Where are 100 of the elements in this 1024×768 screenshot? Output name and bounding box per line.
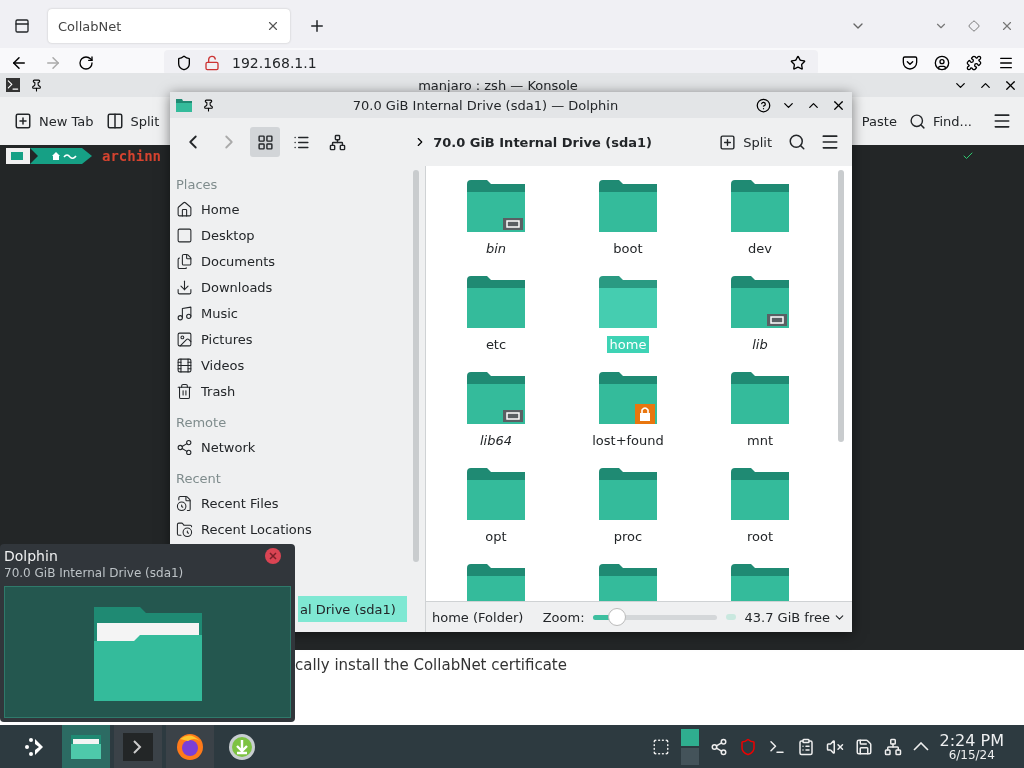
picture-icon [176,330,193,348]
folder-icon [599,564,657,601]
tray-icon [651,737,670,756]
folder-icon [467,180,525,232]
scrollbar[interactable] [838,170,844,442]
status-text: home (Folder) [432,609,524,625]
documents-icon [176,252,193,270]
tree-icon [328,133,346,151]
place-item[interactable]: Network [170,434,407,460]
place-item[interactable]: Trash [170,378,407,404]
tray-icon [738,737,757,756]
close-icon [1000,19,1014,33]
place-item[interactable]: Downloads [170,274,407,300]
folder-icon [176,98,192,112]
film-icon [176,356,193,374]
search-icon [788,133,806,151]
new-tab-icon [14,112,32,130]
window-title: 70.0 GiB Internal Drive (sda1) — Dolphin [352,97,619,113]
file-name[interactable]: lib [749,336,771,353]
home-icon [176,200,193,218]
toolbar-button[interactable]: Split [99,108,166,134]
maximize-icon [968,20,980,32]
lock-icon [204,54,220,71]
view-mode-button[interactable] [250,127,280,157]
toolbar-button[interactable]: Find... [902,108,978,134]
browser-task-icon[interactable] [166,725,214,768]
file-name[interactable]: mnt [744,432,776,449]
trash-icon [176,382,193,400]
command-text: archinn [102,148,161,164]
place-item[interactable]: Videos [170,352,407,378]
window-preview-tooltip[interactable]: Dolphin 70.0 GiB Internal Drive (sda1) [0,544,295,722]
place-item[interactable]: al Drive (sda1) [298,596,407,622]
clock-date[interactable]: 6/15/24 [948,748,995,761]
place-item[interactable]: Home [170,196,407,222]
url-field[interactable]: 192.168.1.1 [164,50,818,75]
file-name[interactable]: proc [610,528,646,545]
pin-icon [202,98,215,112]
folder-icon [467,372,525,424]
section-heading: Places [175,176,219,194]
split-icon [719,133,737,151]
folder-icon [599,468,657,520]
folder-icon [731,180,789,232]
clock-time[interactable]: 2:24 PM [939,732,1004,749]
place-item[interactable]: Music [170,300,407,326]
pin-icon [30,78,43,92]
close-icon [266,19,280,33]
folder-icon [731,276,789,328]
section-heading: Recent [175,470,222,488]
scrollbar[interactable] [413,170,419,562]
toolbar-button[interactable]: New Tab [8,108,100,134]
network-icon [176,438,193,456]
place-item[interactable]: Documents [170,248,407,274]
place-item[interactable]: Desktop [170,222,407,248]
shield-icon [176,54,192,71]
place-item[interactable]: Recent Files [170,490,407,516]
place-item[interactable]: Recent Locations [170,516,407,542]
file-name[interactable]: root [743,528,777,545]
preview-subtitle: 70.0 GiB Internal Drive (sda1) [4,566,185,580]
terminal-icon [6,78,20,92]
extensions-icon [966,54,982,71]
folder-icon [599,372,657,424]
file-name[interactable]: bin [482,240,510,257]
zoom-label: Zoom: [542,609,585,625]
window-title: manjaro : zsh — Konsole [418,77,578,93]
reload-icon [78,54,94,71]
prompt-segment-icon [6,148,92,164]
folder-icon [731,468,789,520]
files-task-icon[interactable] [62,725,110,768]
free-space-button[interactable]: 43.7 GiB free [744,609,846,625]
folder-icon [467,276,525,328]
chevron-up-icon[interactable] [912,742,929,751]
folder-icon [731,564,789,601]
tray-icon [709,737,728,756]
place-item[interactable]: Pictures [170,326,407,352]
folder-icon [731,372,789,424]
browser-tab[interactable]: CollabNet [48,9,290,43]
tray-icon [854,737,873,756]
toolbar-button[interactable]: Paste [855,109,903,133]
menu-icon [992,111,1012,131]
close-icon [265,548,281,564]
music-icon [176,304,193,322]
split-view-icon [105,112,124,130]
section-heading: Remote [175,414,228,432]
menu-icon [820,132,840,152]
search-icon [908,112,926,130]
breadcrumb[interactable]: 70.0 GiB Internal Drive (sda1) [433,134,653,150]
account-icon [934,54,950,71]
file-name[interactable]: opt [482,528,510,545]
file-name[interactable]: lib64 [477,432,515,449]
check-icon [962,150,974,162]
file-name[interactable]: dev [745,240,775,257]
desktop-pager-icon [680,728,699,765]
tray-icon [825,737,844,756]
split-button[interactable]: Split [713,129,778,155]
file-name[interactable]: boot [610,240,646,257]
file-name[interactable]: etc [482,336,510,353]
folder-icon [467,564,525,601]
zoom-slider[interactable] [592,608,717,626]
folder-icon [599,180,657,232]
file-name[interactable]: lost+found [589,432,667,449]
